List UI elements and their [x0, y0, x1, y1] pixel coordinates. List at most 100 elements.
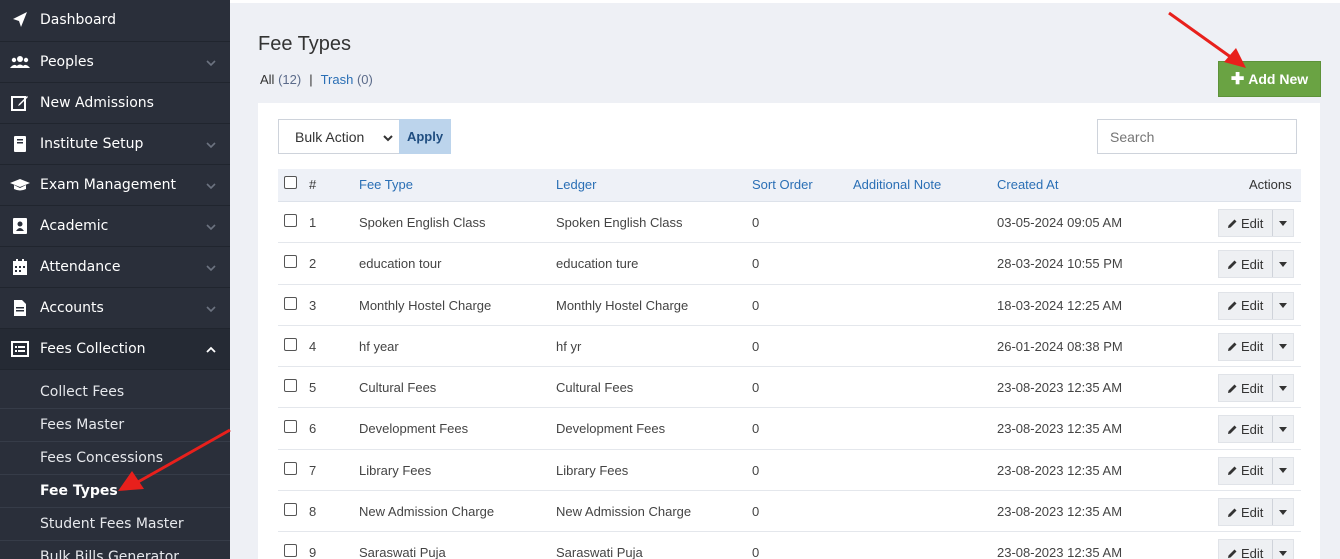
ledger-cell: Monthly Hostel Charge	[556, 297, 689, 313]
edit-button-group: Edit	[1218, 291, 1294, 320]
edit-button-group: Edit	[1218, 374, 1294, 403]
sidebar-item-label: Academic	[40, 218, 109, 234]
row-checkbox[interactable]	[284, 337, 297, 351]
fee-type-cell: Saraswati Puja	[359, 545, 446, 559]
col-actions: Actions	[1249, 177, 1292, 192]
filter-trash-count: (0)	[356, 72, 373, 87]
edit-button[interactable]: Edit	[1219, 333, 1274, 360]
edit-button[interactable]: Edit	[1219, 251, 1274, 278]
sort-order-cell: 0	[752, 462, 760, 478]
edit-button[interactable]: Edit	[1219, 210, 1274, 236]
submenu-item-student-fees-master[interactable]: Student Fees Master	[0, 508, 230, 541]
sidebar-item-institute-setup[interactable]: Institute Setup	[0, 124, 230, 165]
edit-button-group: Edit	[1218, 498, 1294, 527]
sort-order-cell: 0	[752, 297, 760, 313]
col-additional-note[interactable]: Additional Note	[853, 177, 941, 192]
sidebar-item-peoples[interactable]: Peoples	[0, 42, 230, 83]
edit-button[interactable]: Edit	[1219, 416, 1274, 443]
col-sort-order[interactable]: Sort Order	[752, 177, 813, 192]
edit-dropdown-toggle[interactable]	[1273, 344, 1293, 350]
edit-dropdown-toggle[interactable]	[1273, 426, 1293, 432]
submenu-item-fees-master[interactable]: Fees Master	[0, 409, 230, 442]
edit-dropdown-toggle[interactable]	[1273, 385, 1293, 391]
ledger-cell: Saraswati Puja	[556, 545, 643, 559]
submenu-item-fees-concessions[interactable]: Fees Concessions	[0, 442, 230, 475]
pencil-icon	[1228, 342, 1237, 352]
filter-all-count: (12)	[278, 72, 302, 87]
edit-dropdown-toggle[interactable]	[1273, 261, 1293, 267]
row-checkbox[interactable]	[284, 544, 297, 558]
col-fee-type[interactable]: Fee Type	[359, 177, 413, 192]
chevron-down-icon	[206, 302, 216, 318]
ledger-cell: education ture	[556, 256, 639, 272]
chevron-down-icon	[206, 261, 216, 277]
row-checkbox[interactable]	[284, 420, 297, 434]
paper-plane-icon	[10, 11, 30, 29]
created-at-cell: 03-05-2024 09:05 AM	[997, 215, 1123, 230]
sort-order-cell: 0	[752, 545, 760, 559]
submenu-item-collect-fees[interactable]: Collect Fees	[0, 376, 230, 409]
add-new-button[interactable]: ✚ Add New	[1218, 61, 1321, 97]
edit-button[interactable]: Edit	[1219, 375, 1274, 402]
fee-types-panel: Bulk Action Apply # Fee Type Ledger Sort…	[258, 103, 1320, 559]
graduation-cap-icon	[10, 176, 30, 194]
table-row: 6 Development Fees Development Fees 0 23-08-…	[278, 408, 1301, 450]
edit-button-group: Edit	[1218, 539, 1294, 559]
fee-type-cell: Library Fees	[359, 462, 432, 478]
select-all-checkbox[interactable]	[284, 176, 297, 189]
top-bar	[230, 0, 1340, 3]
bulk-action-select[interactable]: Bulk Action	[278, 119, 400, 154]
ledger-cell: Cultural Fees	[556, 380, 634, 396]
row-checkbox[interactable]	[284, 379, 297, 393]
filter-trash-link[interactable]: Trash (0)	[321, 72, 373, 87]
edit-dropdown-toggle[interactable]	[1273, 220, 1293, 226]
pencil-icon	[1228, 301, 1237, 311]
sidebar-item-exam-management[interactable]: Exam Management	[0, 165, 230, 206]
row-number: 6	[309, 421, 317, 437]
pencil-icon	[1228, 425, 1237, 434]
sidebar-item-academic[interactable]: Academic	[0, 206, 230, 247]
pencil-icon	[1228, 466, 1237, 476]
row-checkbox[interactable]	[284, 461, 297, 475]
col-ledger[interactable]: Ledger	[556, 177, 596, 192]
edit-button[interactable]: Edit	[1219, 457, 1274, 484]
row-number: 5	[309, 380, 317, 396]
sidebar-item-attendance[interactable]: Attendance	[0, 247, 230, 288]
row-checkbox[interactable]	[284, 503, 297, 517]
edit-button[interactable]: Edit	[1219, 499, 1274, 526]
caret-down-icon	[1279, 426, 1288, 432]
row-number: 2	[309, 256, 317, 272]
edit-dropdown-toggle[interactable]	[1273, 468, 1293, 474]
sidebar-item-new-admissions[interactable]: New Admissions	[0, 83, 230, 124]
sidebar-item-label: Peoples	[40, 54, 94, 70]
apply-button[interactable]: Apply	[399, 119, 451, 154]
edit-button[interactable]: Edit	[1219, 540, 1274, 559]
calendar-icon	[10, 258, 30, 276]
fee-type-cell: Development Fees	[359, 421, 469, 437]
edit-dropdown-toggle[interactable]	[1273, 509, 1293, 515]
search-input[interactable]	[1097, 119, 1297, 154]
pencil-icon	[1228, 260, 1237, 269]
sidebar-item-dashboard[interactable]: Dashboard	[0, 0, 230, 42]
row-number: 4	[309, 338, 317, 354]
caret-down-icon	[1279, 550, 1288, 556]
sidebar-item-accounts[interactable]: Accounts	[0, 288, 230, 329]
row-checkbox[interactable]	[284, 296, 297, 310]
row-number: 8	[309, 504, 317, 520]
submenu-item-fee-types[interactable]: Fee Types	[0, 475, 230, 508]
edit-button[interactable]: Edit	[1219, 292, 1274, 319]
col-created-at[interactable]: Created At	[997, 177, 1058, 192]
sidebar-item-fees-collection[interactable]: Fees Collection	[0, 329, 230, 370]
sidebar-item-label: Fees Collection	[40, 341, 146, 357]
sort-order-cell: 0	[752, 504, 760, 520]
row-checkbox[interactable]	[284, 214, 297, 227]
edit-dropdown-toggle[interactable]	[1273, 303, 1293, 309]
main-content: Fee Types All (12) | Trash (0) ✚ Add New B…	[230, 0, 1340, 559]
edit-label: Edit	[1241, 545, 1264, 559]
add-new-label: Add New	[1248, 71, 1309, 87]
edit-dropdown-toggle[interactable]	[1273, 550, 1293, 556]
table-row: 3 Monthly Hostel Charge Monthly Hostel Cha…	[278, 285, 1301, 326]
submenu-item-bulk-bills-generator[interactable]: Bulk Bills Generator	[0, 541, 230, 559]
row-checkbox[interactable]	[284, 255, 297, 269]
filter-all-link[interactable]: All (12)	[260, 72, 301, 87]
